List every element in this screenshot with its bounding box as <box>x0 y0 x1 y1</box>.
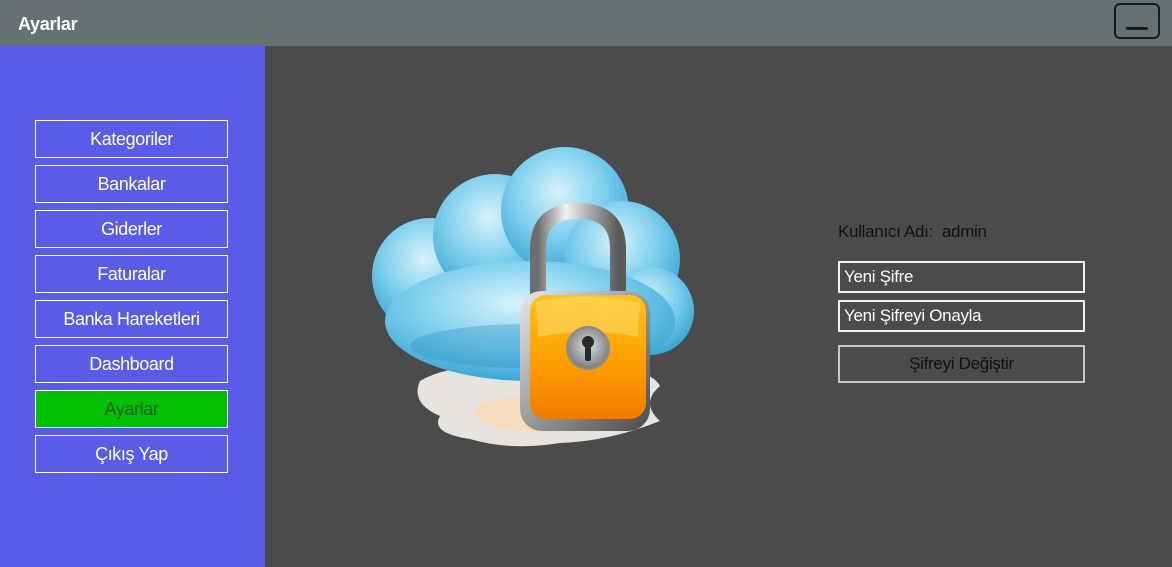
window-title: Ayarlar <box>18 14 78 34</box>
settings-panel: Kullanıcı Adı: admin Şifreyi Değiştir <box>265 46 1172 567</box>
sidebar-item-bankalar[interactable]: Bankalar <box>35 165 228 203</box>
sidebar-item-giderler[interactable]: Giderler <box>35 210 228 248</box>
sidebar-item-banka-hareketleri[interactable]: Banka Hareketleri <box>35 300 228 338</box>
change-password-button[interactable]: Şifreyi Değiştir <box>838 345 1085 383</box>
sidebar: Kategoriler Bankalar Giderler Faturalar … <box>0 46 265 567</box>
confirm-password-input[interactable] <box>838 300 1085 332</box>
cloud-lock-icon <box>372 147 694 447</box>
minimize-icon <box>1126 27 1148 30</box>
username-label: Kullanıcı Adı: admin <box>838 222 987 242</box>
minimize-button[interactable] <box>1114 3 1160 39</box>
sidebar-item-dashboard[interactable]: Dashboard <box>35 345 228 383</box>
username-caption: Kullanıcı Adı: <box>838 222 934 241</box>
new-password-input[interactable] <box>838 261 1085 293</box>
sidebar-item-ayarlar[interactable]: Ayarlar <box>35 390 228 428</box>
sidebar-item-kategoriler[interactable]: Kategoriler <box>35 120 228 158</box>
title-bar: Ayarlar <box>0 0 1172 46</box>
username-value: admin <box>941 222 987 241</box>
sidebar-item-cikis-yap[interactable]: Çıkış Yap <box>35 435 228 473</box>
sidebar-item-faturalar[interactable]: Faturalar <box>35 255 228 293</box>
